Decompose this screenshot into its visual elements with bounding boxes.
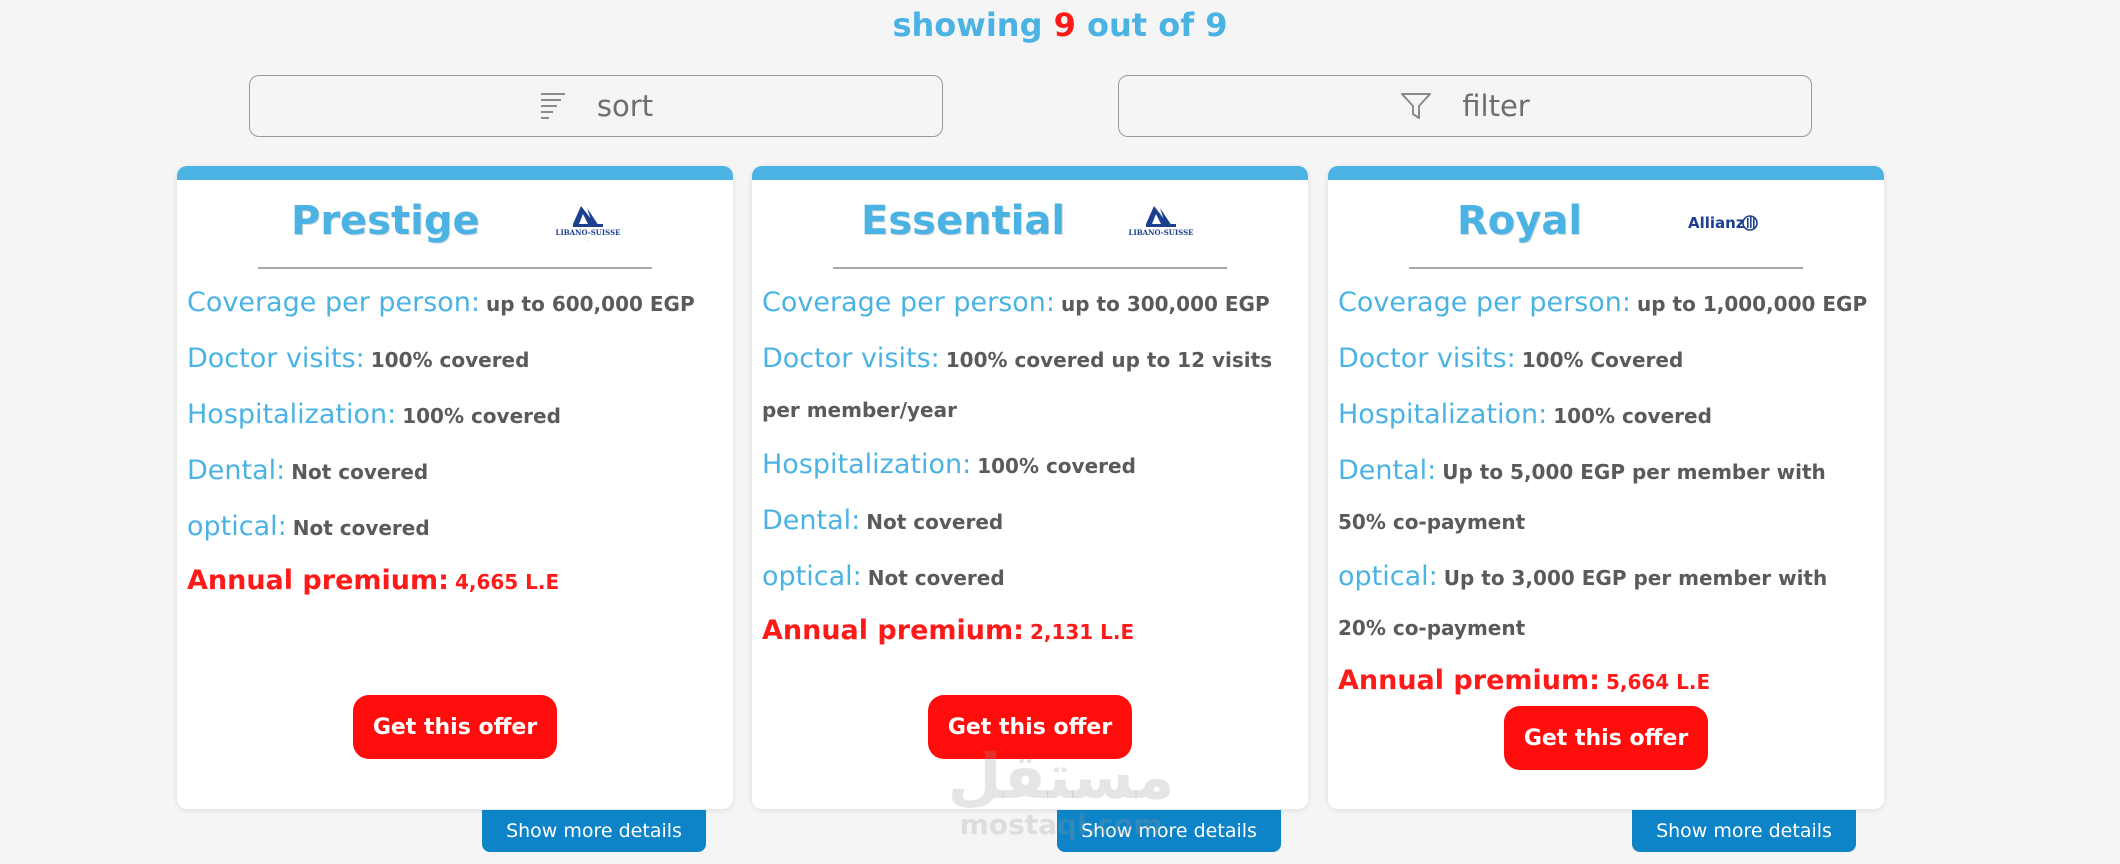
card-header: Royal Allianz: [1328, 198, 1884, 258]
premium-label: Annual premium:: [187, 565, 449, 596]
hospitalization-label: Hospitalization:: [1338, 399, 1548, 430]
sort-icon: [539, 91, 567, 121]
card-divider: [1409, 267, 1803, 269]
watermark-latin: mostaql.com: [959, 808, 1163, 841]
coverage-label: Coverage per person:: [1338, 287, 1632, 318]
plan-attributes: Coverage per person: up to 1,000,000 EGP …: [1338, 278, 1870, 707]
plan-attributes: Coverage per person: up to 600,000 EGP Do…: [187, 278, 719, 607]
coverage-value: up to 1,000,000 EGP: [1637, 292, 1868, 316]
card-top-bar: [1328, 166, 1884, 180]
hospitalization-row: Hospitalization: 100% covered: [187, 390, 719, 441]
hospitalization-value: 100% covered: [977, 454, 1136, 478]
results-prefix: showing: [892, 6, 1043, 44]
hospitalization-row: Hospitalization: 100% covered: [1338, 390, 1870, 441]
doctor-label: Doctor visits:: [187, 343, 365, 374]
hospitalization-value: 100% covered: [1553, 404, 1712, 428]
optical-label: optical:: [1338, 561, 1438, 592]
sort-button[interactable]: sort: [249, 75, 943, 137]
card-top-bar: [177, 166, 733, 180]
premium-row: Annual premium: 4,665 L.E: [187, 556, 719, 607]
logo-text: LIBANO-SUISSE: [1129, 228, 1194, 237]
doctor-label: Doctor visits:: [762, 343, 940, 374]
dental-row: Dental: Not covered: [187, 446, 719, 497]
filter-label: filter: [1462, 89, 1530, 123]
optical-label: optical:: [762, 561, 862, 592]
card-top-bar: [752, 166, 1308, 180]
plan-name: Royal: [1457, 198, 1583, 244]
card-divider: [833, 267, 1227, 269]
logo-text: Allianz: [1688, 214, 1745, 232]
optical-row: optical: Not covered: [187, 502, 719, 553]
results-shown-count: 9: [1053, 6, 1076, 44]
watermark-arabic: مستقل: [947, 740, 1175, 813]
results-middle: out of: [1087, 6, 1195, 44]
filter-icon: [1400, 90, 1432, 122]
optical-value: Not covered: [867, 566, 1005, 590]
dental-label: Dental:: [187, 455, 286, 486]
plan-card-royal: Royal Allianz Coverage per person: up to …: [1328, 166, 1884, 809]
get-offer-button[interactable]: Get this offer: [353, 695, 557, 759]
dental-row: Dental: Up to 5,000 EGP per member with 5…: [1338, 446, 1870, 547]
results-count: showing 9 out of 9: [0, 6, 2120, 44]
get-offer-button[interactable]: Get this offer: [1504, 706, 1708, 770]
doctor-row: Doctor visits: 100% covered up to 12 visi…: [762, 334, 1294, 435]
hospitalization-row: Hospitalization: 100% covered: [762, 440, 1294, 491]
coverage-value: up to 300,000 EGP: [1061, 292, 1270, 316]
mostaql-watermark: مستقل mostaql.com: [946, 745, 1176, 845]
coverage-value: up to 600,000 EGP: [486, 292, 695, 316]
premium-value: 4,665 L.E: [454, 570, 560, 594]
doctor-value: 100% Covered: [1521, 348, 1684, 372]
premium-label: Annual premium:: [1338, 665, 1600, 696]
hospitalization-label: Hospitalization:: [187, 399, 397, 430]
sort-label: sort: [596, 89, 654, 123]
optical-row: optical: Not covered: [762, 552, 1294, 603]
results-total: 9: [1205, 6, 1228, 44]
plan-name: Prestige: [291, 198, 480, 244]
coverage-row: Coverage per person: up to 1,000,000 EGP: [1338, 278, 1870, 329]
logo-text: LIBANO-SUISSE: [556, 228, 621, 237]
dental-value: Not covered: [866, 510, 1004, 534]
card-header: Prestige LIBANO-SUISSE .: [177, 198, 733, 258]
doctor-row: Doctor visits: 100% Covered: [1338, 334, 1870, 385]
show-more-details-button[interactable]: Show more details: [482, 810, 706, 852]
premium-row: Annual premium: 2,131 L.E: [762, 606, 1294, 657]
card-divider: [258, 267, 652, 269]
hospitalization-label: Hospitalization:: [762, 449, 972, 480]
doctor-label: Doctor visits:: [1338, 343, 1516, 374]
optical-value: Not covered: [292, 516, 430, 540]
dental-value: Not covered: [291, 460, 429, 484]
page: showing 9 out of 9 sort filter Prestige …: [0, 0, 2120, 864]
optical-row: optical: Up to 3,000 EGP per member with …: [1338, 552, 1870, 653]
hospitalization-value: 100% covered: [402, 404, 561, 428]
coverage-row: Coverage per person: up to 600,000 EGP: [187, 278, 719, 329]
plan-attributes: Coverage per person: up to 300,000 EGP Do…: [762, 278, 1294, 657]
dental-label: Dental:: [762, 505, 861, 536]
premium-label: Annual premium:: [762, 615, 1024, 646]
dental-label: Dental:: [1338, 455, 1437, 486]
premium-row: Annual premium: 5,664 L.E: [1338, 656, 1870, 707]
premium-value: 2,131 L.E: [1029, 620, 1135, 644]
filter-button[interactable]: filter: [1118, 75, 1812, 137]
coverage-label: Coverage per person:: [187, 287, 481, 318]
svg-text:.: .: [587, 238, 588, 242]
dental-row: Dental: Not covered: [762, 496, 1294, 547]
libano-suisse-logo: LIBANO-SUISSE: [1126, 202, 1196, 249]
optical-label: optical:: [187, 511, 287, 542]
card-header: Essential LIBANO-SUISSE: [752, 198, 1308, 258]
allianz-logo: Allianz: [1686, 208, 1760, 243]
coverage-row: Coverage per person: up to 300,000 EGP: [762, 278, 1294, 329]
show-more-details-button[interactable]: Show more details: [1632, 810, 1856, 852]
doctor-row: Doctor visits: 100% covered: [187, 334, 719, 385]
coverage-label: Coverage per person:: [762, 287, 1056, 318]
plan-card-essential: Essential LIBANO-SUISSE Coverage per per…: [752, 166, 1308, 809]
plan-name: Essential: [861, 198, 1066, 244]
plan-card-prestige: Prestige LIBANO-SUISSE . Coverage per pe…: [177, 166, 733, 809]
libano-suisse-logo: LIBANO-SUISSE .: [553, 202, 623, 249]
premium-value: 5,664 L.E: [1605, 670, 1711, 694]
doctor-value: 100% covered: [370, 348, 530, 372]
